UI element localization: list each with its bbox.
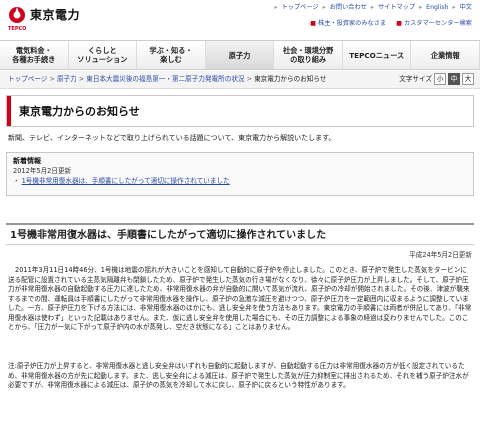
news-link[interactable]: 1号機非常用復水器は、手順書にしたがって適切に操作されていました xyxy=(22,177,230,185)
text-size-large-button[interactable]: 大 xyxy=(462,73,474,85)
nav-label: 電気料金・ 各種お手続き xyxy=(12,46,56,64)
nav-item-company[interactable]: 企業情報 xyxy=(411,41,480,69)
nav-item-nuclear[interactable]: 原子力 xyxy=(205,41,275,69)
nav-item-living[interactable]: くらしと ソリューション xyxy=(68,41,138,69)
nav-label: TEPCOニュース xyxy=(349,50,405,60)
breadcrumb-separator: > xyxy=(246,75,253,83)
breadcrumb-home[interactable]: トップページ xyxy=(8,75,47,83)
article-note: 注:原子炉圧力が上昇すると、非常用復水器と逃し安全弁はいずれも自動的に起動します… xyxy=(8,362,469,390)
sub-links: ■ 株主・投資家のみなさま ■ カスタマーセンター検索 xyxy=(310,20,472,28)
text-size-small-button[interactable]: 小 xyxy=(434,73,446,85)
tepco-logo[interactable]: 東京電力 xyxy=(8,6,80,24)
breadcrumb-nuclear[interactable]: 原子力 xyxy=(57,75,77,83)
text-size-control: 文字サイズ 小 中 大 xyxy=(399,73,474,85)
title-accent-bar xyxy=(7,96,11,126)
tepco-logo-icon xyxy=(8,6,26,24)
sub-link-investors[interactable]: 株主・投資家のみなさま xyxy=(318,20,386,27)
nav-label: 社会・環境分野 の取り組み xyxy=(282,46,334,64)
sub-link-customer-center[interactable]: カスタマーセンター検索 xyxy=(404,20,472,27)
top-link-home[interactable]: トップページ xyxy=(282,4,319,12)
breadcrumb: トップページ > 原子力 > 東日本大震災後の福島第一・第二原子力発電所の状況 > 東京電力… xyxy=(8,75,326,84)
page-title: 東京電力からのお知らせ xyxy=(19,105,140,118)
bullet-icon: ■ xyxy=(310,20,317,27)
nav-item-environment[interactable]: 社会・環境分野 の取り組み xyxy=(274,41,343,69)
top-link-english[interactable]: English xyxy=(426,4,448,12)
article-title-box: 1号機非常用復水器は、手順書にしたがって適切に操作されていました xyxy=(6,223,474,245)
article-date: 平成24年5月2日更新 xyxy=(409,251,472,259)
news-heading: 新着情報 xyxy=(13,157,41,165)
nav-item-learn[interactable]: 学ぶ・知る・ 楽しむ xyxy=(137,41,206,69)
breadcrumb-separator: > xyxy=(78,75,85,83)
article-title: 1号機非常用復水器は、手順書にしたがって適切に操作されていました xyxy=(10,230,327,241)
text-size-medium-button[interactable]: 中 xyxy=(448,73,460,85)
logo-text: 東京電力 xyxy=(30,7,81,22)
breadcrumb-separator: > xyxy=(49,75,55,83)
page-title-box: 東京電力からのお知らせ xyxy=(6,95,474,127)
nav-label: 企業情報 xyxy=(430,50,460,60)
nav-label: 原子力 xyxy=(228,50,251,60)
site-header: 東京電力 TEPCO ▸ トップページ ▸ お問い合わせ ▸ サイトマップ ▸ Engl… xyxy=(0,0,480,40)
breadcrumb-current: 東京電力からのお知らせ xyxy=(254,75,327,83)
bullet-icon: ・ xyxy=(13,177,20,186)
text-size-label: 文字サイズ xyxy=(399,74,432,83)
main-nav: 電気料金・ 各種お手続き くらしと ソリューション 学ぶ・知る・ 楽しむ 原子力… xyxy=(0,40,480,70)
nav-label: 学ぶ・知る・ 楽しむ xyxy=(149,46,193,64)
nav-item-news[interactable]: TEPCOニュース xyxy=(342,41,412,69)
news-date: 2012年5月2日更新 xyxy=(13,167,72,176)
nav-item-billing[interactable]: 電気料金・ 各種お手続き xyxy=(0,41,69,69)
top-link-contact[interactable]: お問い合わせ xyxy=(330,4,367,12)
breadcrumb-status[interactable]: 東日本大震災後の福島第一・第二原子力発電所の状況 xyxy=(86,75,244,83)
top-links: ▸ トップページ ▸ お問い合わせ ▸ サイトマップ ▸ English ▸ 中文 xyxy=(274,4,472,12)
top-link-chinese[interactable]: 中文 xyxy=(460,4,472,12)
bullet-icon: ■ xyxy=(396,20,402,27)
news-box: 新着情報 2012年5月2日更新 ・ 1号機非常用復水器は、手順書にしたがって適切… xyxy=(6,152,474,196)
news-item: ・ 1号機非常用復水器は、手順書にしたがって適切に操作されていました xyxy=(13,177,467,186)
page-intro: 新聞、テレビ、インターネットなどで取り上げられている話題について、東京電力から解… xyxy=(8,134,336,142)
top-link-sitemap[interactable]: サイトマップ xyxy=(378,4,415,12)
logo-sub: TEPCO xyxy=(8,26,27,32)
nav-label: くらしと ソリューション xyxy=(77,46,128,64)
article-paragraph: 2011年3月11日14時46分、1号機は地震の揺れが大きいことを感知して自動的… xyxy=(8,266,472,332)
breadcrumb-bar: トップページ > 原子力 > 東日本大震災後の福島第一・第二原子力発電所の状況 > 東京電力… xyxy=(0,71,480,89)
